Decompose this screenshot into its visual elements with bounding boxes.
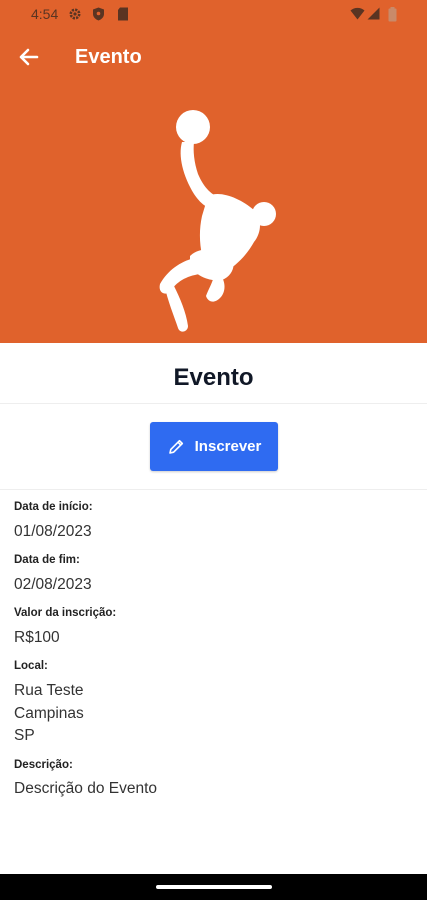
location-state: SP bbox=[14, 727, 35, 744]
end-date-label: Data de fim: bbox=[14, 554, 80, 566]
subscribe-button-label: Inscrever bbox=[194, 438, 262, 455]
end-date-value: 02/08/2023 bbox=[14, 576, 92, 593]
wifi-icon bbox=[350, 7, 365, 25]
divider bbox=[0, 489, 427, 490]
gear-icon bbox=[68, 7, 82, 26]
location-city: Campinas bbox=[14, 705, 84, 722]
price-value: R$100 bbox=[14, 629, 60, 646]
event-hero-image bbox=[0, 86, 427, 343]
back-button[interactable] bbox=[14, 42, 44, 72]
pencil-icon bbox=[168, 439, 183, 454]
price-label: Valor da inscrição: bbox=[14, 607, 117, 619]
subscribe-button[interactable]: Inscrever bbox=[150, 422, 278, 471]
location-label: Local: bbox=[14, 660, 48, 672]
status-time: 4:54 bbox=[31, 6, 59, 22]
description-label: Descrição: bbox=[14, 759, 73, 771]
event-title: Evento bbox=[173, 364, 254, 391]
basketball-player-icon bbox=[159, 110, 276, 332]
start-date-label: Data de início: bbox=[14, 501, 93, 513]
signal-icon bbox=[367, 7, 380, 25]
app-bar-title: Evento bbox=[75, 46, 142, 68]
description-value: Descrição do Evento bbox=[14, 780, 158, 797]
battery-icon bbox=[388, 7, 397, 27]
start-date-value: 01/08/2023 bbox=[14, 523, 92, 540]
sd-card-icon bbox=[117, 7, 129, 26]
home-gesture-handle[interactable] bbox=[156, 885, 272, 889]
system-navigation-bar bbox=[0, 874, 427, 900]
arrow-left-icon bbox=[19, 48, 39, 66]
location-street: Rua Teste bbox=[14, 682, 84, 699]
divider bbox=[0, 403, 427, 404]
status-bar: 4:54 bbox=[0, 0, 427, 30]
app-bar: Evento bbox=[0, 30, 427, 86]
shield-icon bbox=[92, 7, 105, 26]
